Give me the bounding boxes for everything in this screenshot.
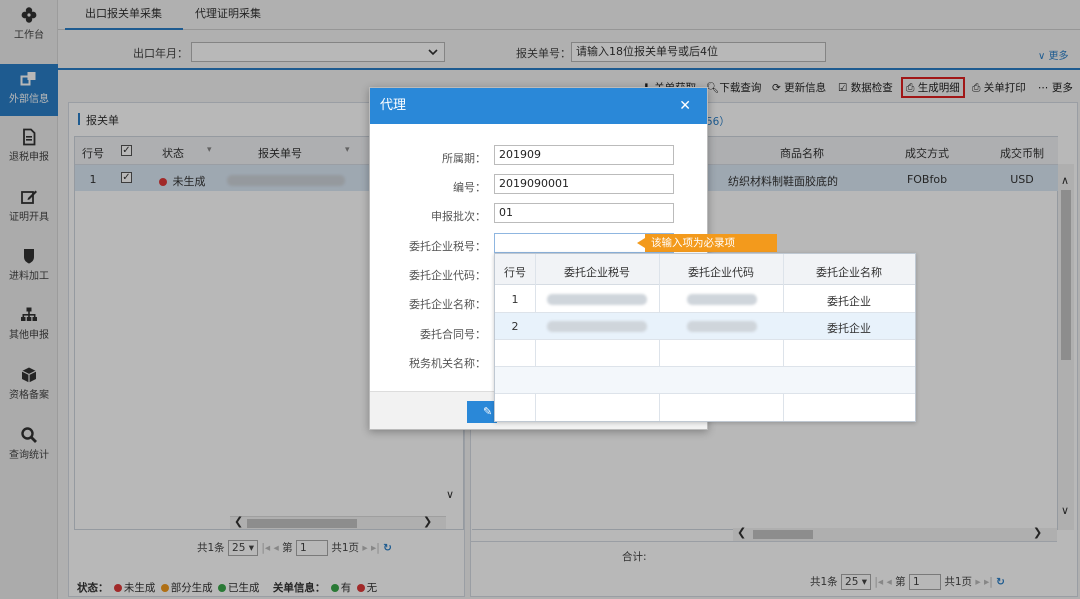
dd-company-name: 委托企业	[827, 322, 871, 335]
dd-header-company-name: 委托企业名称	[816, 266, 882, 279]
dd-header-row-number: 行号	[504, 266, 526, 279]
field-label-company-code: 委托企业代码：	[409, 269, 486, 282]
edit-icon: ✎	[483, 405, 493, 418]
table-row-stripe	[495, 367, 915, 393]
serial-input[interactable]: 2019090001	[494, 174, 674, 194]
field-label-serial: 编号：	[453, 181, 486, 194]
dialog-header: 代理 ✕	[370, 88, 707, 124]
close-icon[interactable]: ✕	[679, 88, 691, 124]
period-input[interactable]: 201909	[494, 145, 674, 165]
dd-tax-id-redacted	[547, 319, 647, 332]
field-label-tax-id: 委托企业税号：	[409, 240, 486, 253]
company-dropdown: 行号 委托企业税号 委托企业代码 委托企业名称 1 委托企业 2 委托企业	[494, 253, 916, 422]
dd-code-redacted	[687, 292, 757, 305]
field-label-tax-authority: 税务机关名称：	[409, 357, 486, 370]
save-button[interactable]: ✎	[467, 401, 497, 423]
dd-header-company-code: 委托企业代码	[688, 266, 754, 279]
dd-row-number: 1	[511, 293, 519, 306]
dd-row-number: 2	[511, 320, 519, 333]
dialog-title: 代理	[380, 98, 407, 113]
dd-code-redacted	[687, 319, 757, 332]
required-tooltip: 该输入项为必录项	[645, 234, 777, 252]
dd-header-tax-id: 委托企业税号	[564, 266, 630, 279]
tooltip-arrow	[637, 238, 645, 248]
field-label-batch: 申报批次：	[431, 210, 486, 223]
field-label-company-name: 委托企业名称：	[409, 298, 486, 311]
dd-tax-id-redacted	[547, 292, 647, 305]
batch-input[interactable]: 01	[494, 203, 674, 223]
field-label-contract: 委托合同号：	[420, 328, 486, 341]
dd-company-name: 委托企业	[827, 295, 871, 308]
field-label-period: 所属期：	[442, 152, 486, 165]
